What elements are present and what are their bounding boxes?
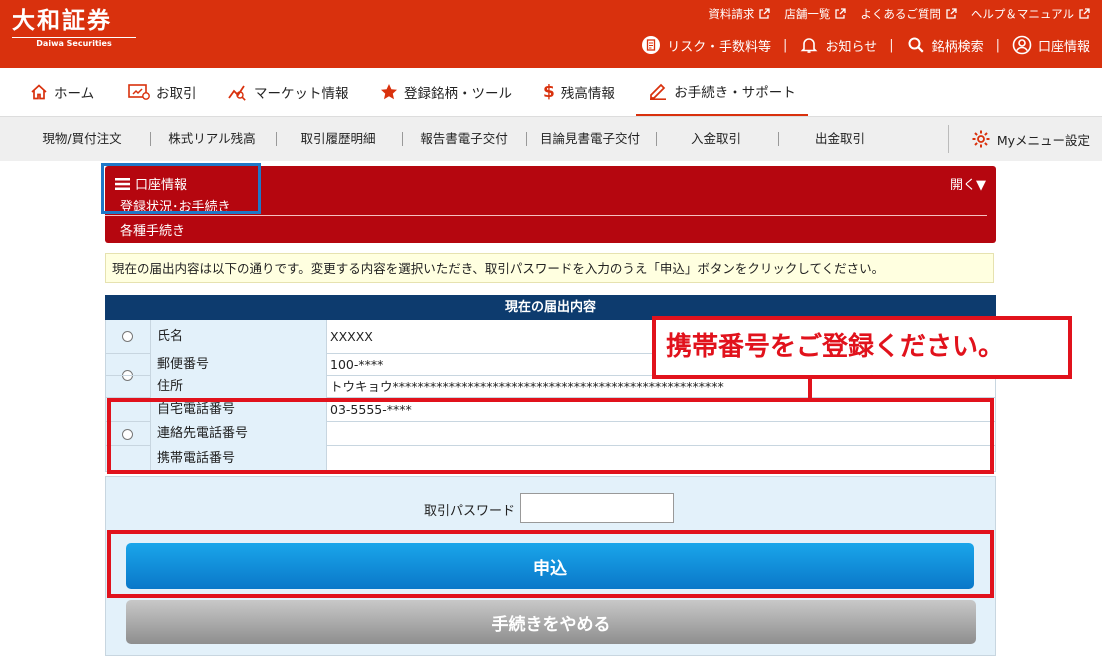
search-icon <box>908 37 924 53</box>
my-menu-settings[interactable]: Myメニュー設定 <box>971 117 1090 161</box>
instruction-notice: 現在の届出内容は以下の通りです。変更する内容を選択いただき、取引パスワードを入力… <box>105 253 994 283</box>
trade-password-label: 取引パスワード <box>424 504 516 519</box>
link-help-manual[interactable]: ヘルプ＆マニュアル <box>971 6 1090 22</box>
row-value-address: トウキョウ***********************************… <box>327 376 996 398</box>
market-icon <box>228 85 246 101</box>
daiwa-logo[interactable]: 大和証券 Daiwa Securities <box>12 8 136 48</box>
star-icon <box>381 84 397 100</box>
row-label-name: 氏名 <box>150 320 327 354</box>
callout-register-mobile: 携帯番号をご登録ください。 <box>652 316 1072 379</box>
link-branch-list[interactable]: 店舗一覧 <box>784 6 846 22</box>
breadcrumb-various-procedures[interactable]: 各種手続き <box>120 220 185 239</box>
subnav-withdrawal[interactable]: 出金取引 <box>778 117 902 161</box>
panel-open-toggle[interactable]: 開く▼ <box>950 174 986 193</box>
external-link-icon <box>1079 8 1090 19</box>
trade-icon <box>128 84 150 100</box>
nav-home[interactable]: ホーム <box>30 68 94 116</box>
bell-icon <box>801 38 818 53</box>
subnav-stock-real-balance[interactable]: 株式リアル残高 <box>150 117 274 161</box>
notifications-link[interactable]: お知らせ <box>799 35 877 55</box>
nav-registered-tools[interactable]: 登録銘柄・ツール <box>380 68 512 116</box>
highlight-box-account-menu <box>101 163 261 214</box>
external-link-icon <box>835 8 846 19</box>
trade-password-input[interactable] <box>520 493 674 523</box>
nav-balance[interactable]: $ 残高情報 <box>543 68 615 116</box>
pencil-icon <box>650 83 667 100</box>
table-row: 住所 トウキョウ********************************… <box>105 376 996 398</box>
gear-icon <box>972 130 990 148</box>
subnav-report-electronic[interactable]: 報告書電子交付 <box>402 117 526 161</box>
subnav-deposit[interactable]: 入金取引 <box>656 117 776 161</box>
external-link-icon <box>759 8 770 19</box>
row-label-address: 住所 <box>150 376 327 398</box>
main-nav: ホーム お取引 マーケット情報 登録銘柄・ツール $ 残高情報 お手続き・サポー… <box>0 68 1102 117</box>
subnav-trade-history[interactable]: 取引履歴明細 <box>276 117 400 161</box>
dollar-icon: $ <box>543 82 555 102</box>
link-faq[interactable]: よくあるご質問 <box>860 6 957 22</box>
user-circle-icon <box>1012 35 1032 55</box>
account-info-link[interactable]: 口座情報 <box>1012 35 1090 55</box>
site-header: 大和証券 Daiwa Securities 資料請求 店舗一覧 よくあるご質問 … <box>0 0 1102 68</box>
subnav-spot-buy-order[interactable]: 現物/買付注文 <box>18 117 146 161</box>
nav-trade[interactable]: お取引 <box>128 68 197 116</box>
document-circle-icon <box>642 36 661 54</box>
header-utilities: リスク・手数料等 | お知らせ | 銘柄検索 | 口座情報 <box>641 35 1090 55</box>
logo-text: 大和証券 <box>12 7 112 34</box>
subnav-prospectus-electronic[interactable]: 目論見書電子交付 <box>526 117 654 161</box>
cancel-procedure-button[interactable]: 手続きをやめる <box>126 600 976 644</box>
row-label-postal: 郵便番号 <box>150 354 327 376</box>
callout-pointer <box>808 379 812 399</box>
home-icon <box>31 84 47 100</box>
logo-subtext: Daiwa Securities <box>36 39 112 48</box>
nav-market[interactable]: マーケット情報 <box>228 68 349 116</box>
risk-fees-link[interactable]: リスク・手数料等 <box>641 35 771 55</box>
nav-procedures-support[interactable]: お手続き・サポート <box>636 68 808 116</box>
sub-nav: 現物/買付注文 株式リアル残高 取引履歴明細 報告書電子交付 目論見書電子交付 … <box>0 117 1102 161</box>
stock-search-link[interactable]: 銘柄検索 <box>906 35 984 55</box>
top-links: 資料請求 店舗一覧 よくあるご質問 ヘルプ＆マニュアル <box>708 6 1090 22</box>
link-request-docs[interactable]: 資料請求 <box>708 6 770 22</box>
external-link-icon <box>946 8 957 19</box>
submit-application-button[interactable]: 申込 <box>126 543 974 589</box>
highlight-box-phone-rows <box>107 398 994 474</box>
